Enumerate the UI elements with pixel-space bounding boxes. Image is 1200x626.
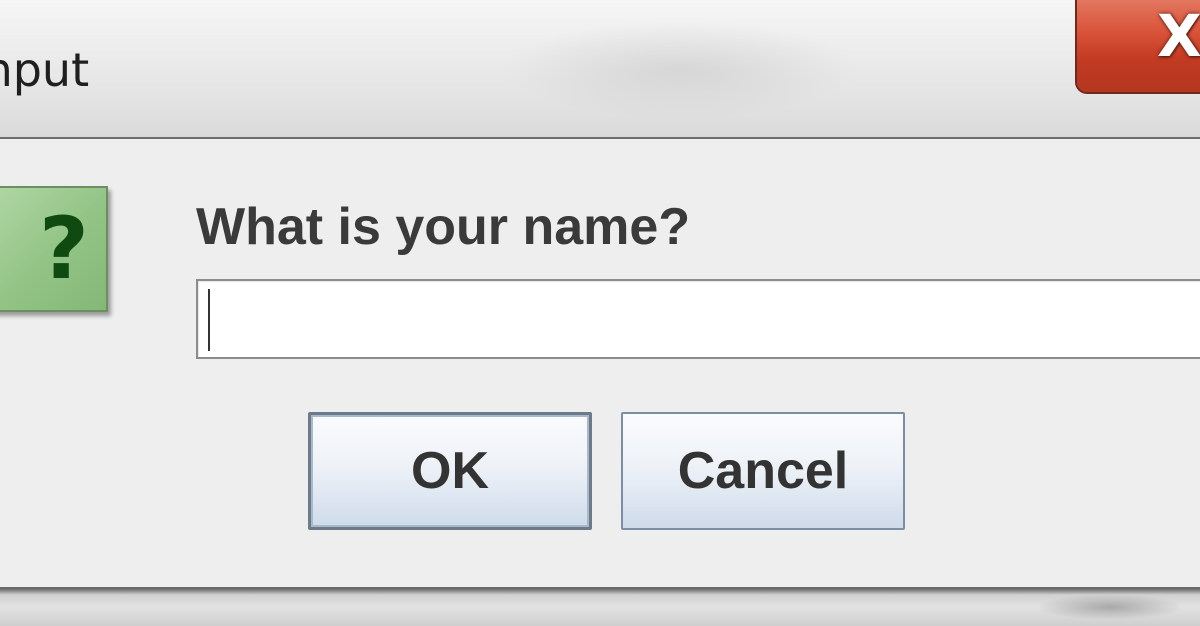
text-caret [208,289,210,351]
title-bar[interactable]: Input X [0,0,1200,139]
window-bottom-border [0,587,1200,626]
question-icon: ? [0,186,108,312]
name-input[interactable] [196,279,1200,359]
window-title: Input [0,43,90,97]
question-mark-glyph: ? [39,199,89,299]
cancel-button[interactable]: Cancel [621,412,905,530]
dialog-window: Input X ? What is your name? OK Cancel [0,0,1200,626]
close-icon: X [1157,2,1200,70]
ok-button[interactable]: OK [308,412,592,530]
prompt-label: What is your name? [196,198,691,256]
close-button[interactable]: X [1075,0,1200,94]
dialog-content: ? What is your name? OK Cancel [0,139,1200,589]
